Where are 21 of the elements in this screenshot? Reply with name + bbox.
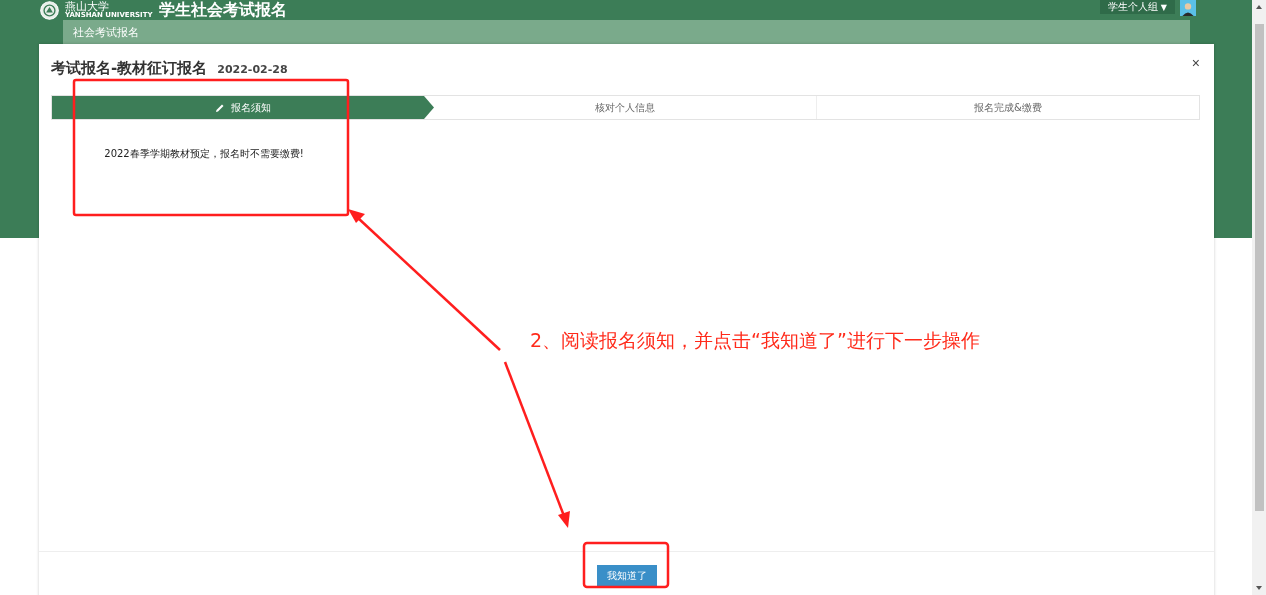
step-label: 报名须知 bbox=[231, 100, 271, 115]
notice-text: 2022春季学期教材预定，报名时不需要缴费! bbox=[104, 148, 304, 159]
step-tab[interactable]: 报名完成&缴费 bbox=[816, 96, 1199, 119]
step-label: 核对个人信息 bbox=[595, 100, 655, 115]
dialog-date: 2022-02-28 bbox=[217, 63, 288, 76]
logo-name: 燕山大学 bbox=[65, 1, 109, 12]
scroll-down-icon[interactable] bbox=[1255, 584, 1263, 592]
confirm-button[interactable]: 我知道了 bbox=[596, 565, 657, 587]
close-button[interactable]: × bbox=[1191, 55, 1200, 71]
emblem-icon bbox=[40, 0, 59, 20]
step-label: 报名完成&缴费 bbox=[974, 100, 1042, 115]
step-tab[interactable]: 报名须知 bbox=[52, 96, 434, 119]
site-title: 学生社会考试报名 bbox=[158, 0, 287, 20]
pencil-icon bbox=[215, 102, 225, 113]
step-tab[interactable]: 核对个人信息 bbox=[434, 96, 816, 119]
user-menu[interactable]: 学生个人组 ▼ bbox=[1099, 0, 1175, 14]
scroll-up-icon[interactable] bbox=[1255, 3, 1263, 11]
dialog-title: 考试报名-教材征订报名 bbox=[51, 59, 208, 78]
avatar-icon[interactable] bbox=[1179, 0, 1197, 16]
scrollbar[interactable] bbox=[1252, 0, 1266, 595]
annotation-text: 2、阅读报名须知，并点击“我知道了”进行下一步操作 bbox=[530, 328, 980, 353]
